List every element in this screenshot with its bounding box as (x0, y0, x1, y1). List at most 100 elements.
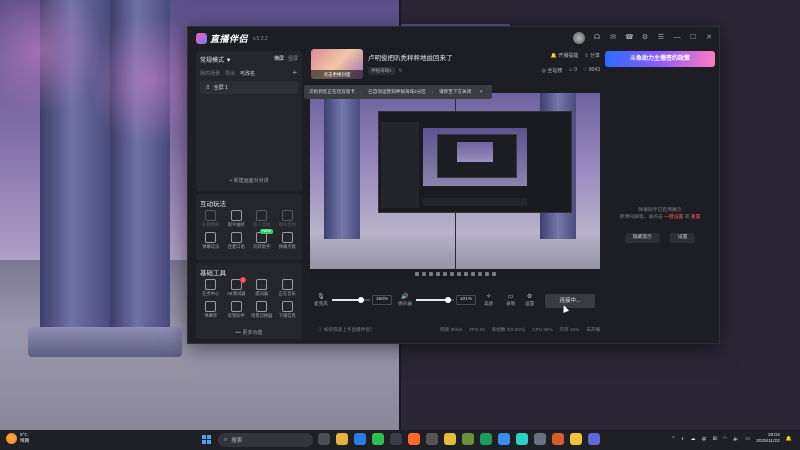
tab-export[interactable]: 导出 (225, 70, 235, 77)
add-scene-button[interactable]: + (292, 68, 297, 77)
speaker-volume-slider[interactable] (416, 297, 454, 303)
interact-item[interactable]: 礼物特效 (198, 210, 224, 228)
mic-control[interactable]: 🎙 麦克风 (314, 293, 328, 307)
app-n-icon[interactable] (390, 433, 402, 445)
edge-icon[interactable] (354, 433, 366, 445)
app-blue-icon[interactable] (498, 433, 510, 445)
memory-usage: 内存 46% (559, 327, 580, 332)
app-purple-icon[interactable] (588, 433, 600, 445)
interact-item[interactable]: 连麦口语 (224, 232, 250, 250)
tools-item-label: 任务中心 (202, 291, 220, 296)
app-gold-icon[interactable] (570, 433, 582, 445)
clock[interactable]: 19:04 2025/11/22 (756, 433, 780, 445)
tray-app-icon[interactable]: ◐ (682, 436, 685, 442)
mode-dropdown[interactable]: 常规模式 ▼ (200, 55, 232, 64)
share-button[interactable]: ⇪ 分享 (584, 52, 600, 59)
avatar[interactable] (573, 32, 585, 44)
title-bar[interactable]: 直播伴侣 v.5.3.2 ☊ ✉ ☎ ⚙ ☰ — ☐ ✕ (188, 27, 719, 49)
explorer-icon[interactable] (336, 433, 348, 445)
help-link[interactable]: ⓘ 如何快速上手直播伴侣？ (318, 327, 374, 333)
message-icon[interactable]: ✉ (609, 34, 617, 42)
preview-taskbar (310, 269, 600, 279)
maximize-icon[interactable]: ☐ (689, 34, 697, 42)
close-icon[interactable]: ✕ (705, 34, 713, 42)
wechat-icon[interactable] (372, 433, 384, 445)
wifi-icon[interactable]: ◠ (723, 436, 727, 442)
tools-item[interactable]: 弹幕库 (198, 301, 224, 319)
battery-icon[interactable]: ▭ (745, 436, 750, 442)
start-button[interactable] (202, 435, 211, 444)
interact-item-icon (281, 232, 293, 243)
tab-portrait[interactable]: 竖屏 (288, 55, 298, 62)
scene-item[interactable]: ⠿ 全屏 1 (200, 81, 298, 94)
room-title[interactable]: 卢明俊把叭秃秤秤地拢回来了 (368, 52, 453, 62)
settings-button[interactable]: ⚙ 设置 (525, 293, 534, 307)
tools-item[interactable]: AB测试器 1 (224, 277, 250, 297)
taskbar-search[interactable]: ⌕ 搜索 (218, 433, 313, 447)
tray-cloud-icon[interactable]: ☁ (691, 436, 696, 442)
tab-rename[interactable]: 可改名 (240, 70, 255, 77)
tools-title: 基础工具 (200, 270, 226, 277)
connect-button[interactable]: 连接中... (545, 294, 595, 308)
rank-stat[interactable]: ◎ 全站榜 (542, 67, 563, 74)
tab-my-scenes[interactable]: 我的场景 (200, 70, 220, 77)
stream-preview[interactable] (310, 93, 600, 279)
beauty-button[interactable]: ✧ 美颜 (484, 293, 493, 307)
app-orange-icon[interactable] (408, 433, 420, 445)
tools-item[interactable]: 正在音乐 (275, 279, 301, 297)
tools-card: 基础工具 任务中心 AB测试器 1 提词器 正在音乐弹幕库 房管助手 场景切换器 下播信息 •… (196, 263, 302, 339)
taskview-icon[interactable] (318, 433, 330, 445)
danmaku-settings-button[interactable]: 设置 (669, 233, 696, 243)
notification-icon[interactable]: 🔔 (786, 436, 792, 442)
tools-item[interactable]: 提词器 (249, 279, 275, 297)
tray-chevron-icon[interactable]: ⌃ (671, 436, 675, 442)
tray-ime-icon[interactable]: ⊞ (713, 436, 717, 442)
promo-banner[interactable]: 斗鱼助力主播签约政策 (605, 51, 715, 67)
tab-landscape[interactable]: 横屏 (274, 55, 284, 62)
interact-item[interactable]: 超人运动 (249, 210, 275, 228)
app-green-icon[interactable] (462, 433, 474, 445)
interact-item[interactable]: 玩转助手 NEW (249, 229, 275, 250)
tools-item[interactable]: 下播信息 (275, 301, 301, 319)
app-teal-icon[interactable] (480, 433, 492, 445)
phone-icon[interactable]: ☎ (625, 34, 634, 42)
record-button[interactable]: ▭ 录制 (506, 293, 515, 307)
interact-grid: 礼物特效 观众抽奖 超人运动 观众签到弹幕玩法 连麦口语 玩转助手 NEW 弹幕点歌 (198, 210, 300, 250)
app-cyan-icon[interactable] (516, 433, 528, 445)
speaker-control[interactable]: 🔊 扬声器 (398, 293, 412, 307)
category-tag[interactable]: 神秘海域4 (368, 67, 395, 75)
app-g-icon[interactable] (426, 433, 438, 445)
app-gray-icon[interactable] (534, 433, 546, 445)
tools-item[interactable]: 房管助手 (224, 301, 250, 319)
minimize-icon[interactable]: — (673, 34, 681, 42)
notice-close-button[interactable]: ✕ (479, 89, 483, 95)
app-yellow-icon[interactable] (444, 433, 456, 445)
menu-icon[interactable]: ☰ (657, 34, 665, 42)
interact-item[interactable]: 弹幕玩法 (198, 232, 224, 250)
cover-label: 点击更换封面 (311, 70, 363, 79)
tools-item-icon (256, 301, 268, 312)
more-functions-button[interactable]: ••• 更多功能 (196, 329, 302, 336)
live-reminder-button[interactable]: 🔔 开播提醒 (551, 52, 579, 59)
room-actions: 🔔 开播提醒 ⇪ 分享 (551, 52, 600, 59)
refresh-icon[interactable]: ↻ (399, 68, 403, 74)
settings-icon[interactable]: ⚙ (641, 34, 649, 42)
reset-link[interactable]: 重置 (691, 215, 701, 220)
headset-icon[interactable]: ☊ (593, 34, 601, 42)
new-scene-button[interactable]: + 新建画面对对讲 (196, 177, 302, 184)
interact-item[interactable]: 观众签到 (275, 210, 301, 228)
speaker-volume-value[interactable]: 101% (456, 295, 476, 305)
mic-volume-slider[interactable] (332, 297, 370, 303)
tools-item[interactable]: 任务中心 (198, 279, 224, 297)
tools-item[interactable]: 场景切换器 (249, 301, 275, 319)
app-red-icon[interactable] (552, 433, 564, 445)
weather-widget[interactable]: 5°C 晴朗 (6, 432, 29, 444)
mic-volume-value[interactable]: 150% (372, 295, 392, 305)
volume-icon[interactable]: 🔈 (733, 436, 739, 442)
room-cover[interactable]: 点击更换封面 (311, 49, 363, 79)
one-click-setup-link[interactable]: 一键设置 (664, 215, 683, 220)
interact-item[interactable]: 观众抽奖 (224, 210, 250, 228)
hide-tips-button[interactable]: 隐藏提示 (624, 233, 660, 243)
input-language[interactable]: 中 (702, 436, 707, 443)
interact-item[interactable]: 弹幕点歌 (275, 232, 301, 250)
